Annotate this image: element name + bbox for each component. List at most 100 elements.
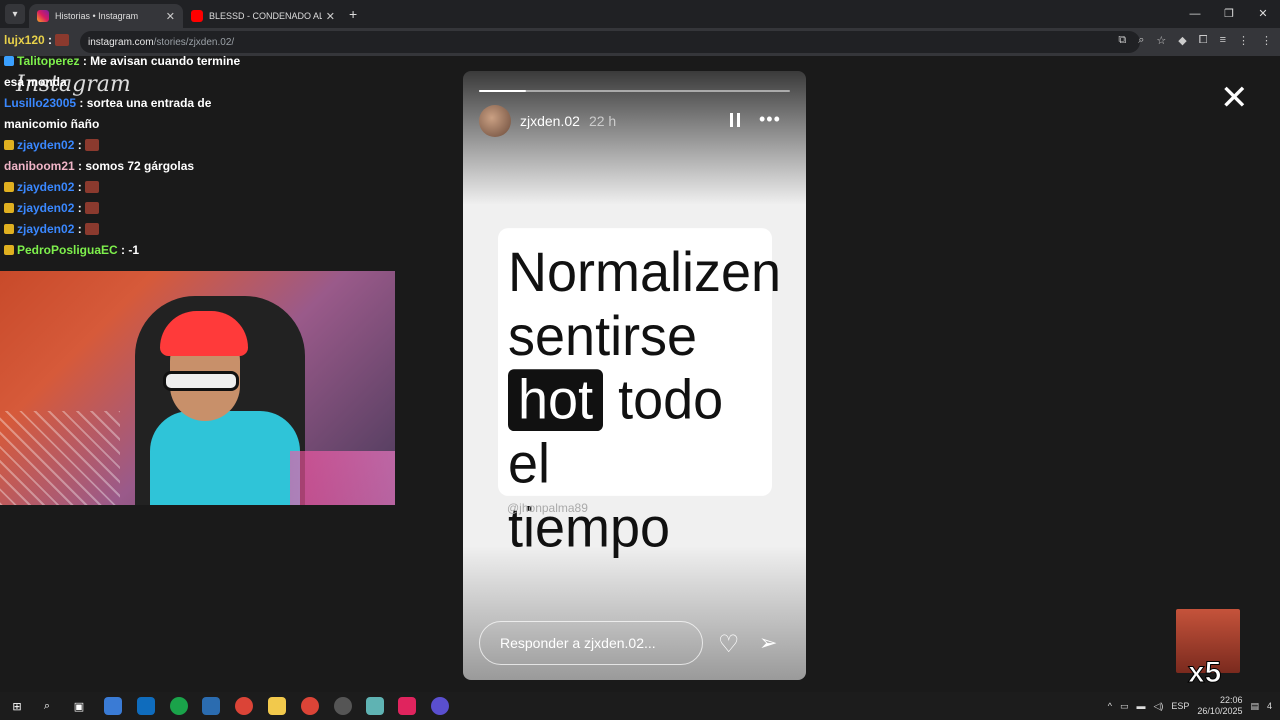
chat-message: Lusillo23005 : sortea una entrada de man…: [0, 93, 250, 135]
chat-username: PedroPosliguaEC: [17, 243, 118, 257]
spider-web-decor: [0, 411, 120, 505]
story-text-line: sentirse: [508, 305, 698, 368]
notification-count: 4: [1266, 701, 1272, 711]
network-icon[interactable]: ▭: [1120, 701, 1129, 712]
streamer-glasses: [163, 371, 239, 391]
chat-message: zjayden02 :: [0, 219, 250, 240]
close-tab-icon[interactable]: ✕: [326, 10, 335, 23]
clock[interactable]: 22:06 26/10/2025: [1197, 695, 1242, 717]
restore-button[interactable]: ❐: [1212, 0, 1246, 28]
chat-message: zjayden02 :: [0, 177, 250, 198]
outlook-icon[interactable]: [137, 697, 155, 715]
instagram-watermark: Instagram: [16, 72, 131, 97]
battery-icon[interactable]: ▬: [1136, 701, 1145, 711]
chat-username: zjayden02: [17, 201, 75, 215]
tab-bar: ▾ Historias • Instagram ✕ BLESSD - CONDE…: [0, 0, 1280, 28]
story-time: 22 h: [588, 113, 617, 129]
system-tray: ^ ▭ ▬ ◁) ESP 22:06 26/10/2025 ▤ 4: [1108, 692, 1272, 720]
tiktok-icon[interactable]: [398, 697, 416, 715]
obs-icon[interactable]: [334, 697, 352, 715]
tab-title: BLESSD - CONDENADO AL ÉXIT: [209, 11, 322, 21]
menu-icon[interactable]: ⋮: [1261, 34, 1272, 47]
emote-icon: [84, 223, 99, 235]
window-controls: — ❐ ✕: [1178, 0, 1280, 28]
chat-message: daniboom21 : somos 72 gárgolas: [0, 156, 250, 177]
chat-text: :: [77, 138, 82, 152]
youtube-icon: [191, 10, 203, 22]
story-progress-bar: [479, 90, 790, 92]
chrome-active-icon[interactable]: [301, 697, 319, 715]
close-tab-icon[interactable]: ✕: [166, 10, 175, 23]
chrome-icon[interactable]: [235, 697, 253, 715]
new-tab-button[interactable]: +: [349, 6, 357, 22]
windows-start-icon[interactable]: ⊞: [8, 697, 26, 715]
streamer-shirt: [150, 411, 300, 505]
story-progress-fill: [479, 90, 526, 92]
send-icon[interactable]: ➢: [759, 630, 777, 656]
badge-icon: [4, 140, 14, 150]
heart-icon[interactable]: ♡: [718, 630, 740, 659]
badge-icon: [4, 56, 14, 66]
notification-icon[interactable]: ▤: [1250, 701, 1259, 712]
chat-message: zjayden02 :: [0, 135, 250, 156]
zoom-icon[interactable]: ⌕: [1138, 34, 1144, 47]
emote-icon: [84, 139, 99, 151]
emote-icon: [84, 202, 99, 214]
media-icon[interactable]: ≡: [1220, 34, 1226, 47]
clock-time: 22:06: [1219, 695, 1243, 705]
chat-username: zjayden02: [17, 222, 75, 236]
language-indicator[interactable]: ESP: [1171, 701, 1189, 711]
search-icon[interactable]: ⌕: [38, 697, 56, 715]
chevron-up-icon[interactable]: ^: [1108, 701, 1112, 711]
story-header: zjxden.02 22 h: [479, 105, 616, 137]
chat-text: : -1: [121, 243, 140, 257]
emote-multiplier: x5: [1187, 656, 1222, 690]
store-icon[interactable]: [202, 697, 220, 715]
chat-username: zjayden02: [17, 138, 75, 152]
volume-icon[interactable]: ◁): [1153, 701, 1163, 712]
story-text-card: Normalizen sentirse hot todo el tiempo: [498, 228, 781, 559]
close-story-icon[interactable]: ✕: [1220, 78, 1249, 118]
task-view-icon[interactable]: ▣: [70, 697, 88, 715]
tab-youtube[interactable]: BLESSD - CONDENADO AL ÉXIT ✕: [183, 4, 343, 28]
chat-username: Talitoperez: [17, 54, 80, 68]
tab-search-button[interactable]: ▾: [5, 4, 25, 24]
chat-message: lujx120 :: [0, 30, 250, 51]
clock-date: 26/10/2025: [1197, 706, 1243, 716]
badge-icon: [4, 182, 14, 192]
bookmark-star-icon[interactable]: ☆: [1156, 34, 1166, 47]
edge-icon[interactable]: [170, 697, 188, 715]
story-username[interactable]: zjxden.02: [520, 113, 580, 129]
chat-username: lujx120: [4, 33, 45, 47]
tab-instagram[interactable]: Historias • Instagram ✕: [29, 4, 183, 28]
minimize-button[interactable]: —: [1178, 0, 1212, 28]
badge-icon: [4, 224, 14, 234]
more-options-icon[interactable]: •••: [759, 109, 781, 130]
install-icon[interactable]: ⧉: [1118, 34, 1126, 47]
chat-username: daniboom21: [4, 159, 75, 173]
instagram-story[interactable]: zjxden.02 22 h ••• Normalizen sentirse h…: [463, 71, 806, 680]
extension-icon[interactable]: ◆: [1178, 34, 1186, 47]
file-explorer-icon[interactable]: [268, 697, 286, 715]
copilot-icon[interactable]: [104, 697, 122, 715]
app-icon-2[interactable]: [431, 697, 449, 715]
highlighted-word: hot: [508, 369, 604, 431]
reply-input[interactable]: Responder a zjxden.02...: [479, 621, 703, 665]
story-credit: @jhonpalma89: [507, 501, 588, 515]
profile-icon[interactable]: ⋮: [1238, 34, 1249, 47]
chat-message: PedroPosliguaEC : -1: [0, 240, 250, 261]
chat-text: :: [77, 201, 82, 215]
badge-icon: [4, 203, 14, 213]
avatar[interactable]: [479, 105, 511, 137]
app-icon[interactable]: [366, 697, 384, 715]
emote-icon: [55, 34, 70, 46]
webcam-feed: [0, 271, 395, 505]
close-window-button[interactable]: ✕: [1246, 0, 1280, 28]
taskbar: ⊞ ⌕ ▣ ^ ▭ ▬ ◁) ESP 22:06 26/10/2025 ▤ 4: [0, 692, 1280, 720]
extensions-puzzle-icon[interactable]: ⧠: [1199, 34, 1208, 47]
chat-text: :: [77, 222, 82, 236]
pause-icon[interactable]: [730, 113, 740, 127]
chat-username: zjayden02: [17, 180, 75, 194]
story-text-line: hot todo el: [508, 368, 762, 496]
stream-chat: lujx120 : Talitoperez : Me avisan cuando…: [0, 30, 250, 261]
